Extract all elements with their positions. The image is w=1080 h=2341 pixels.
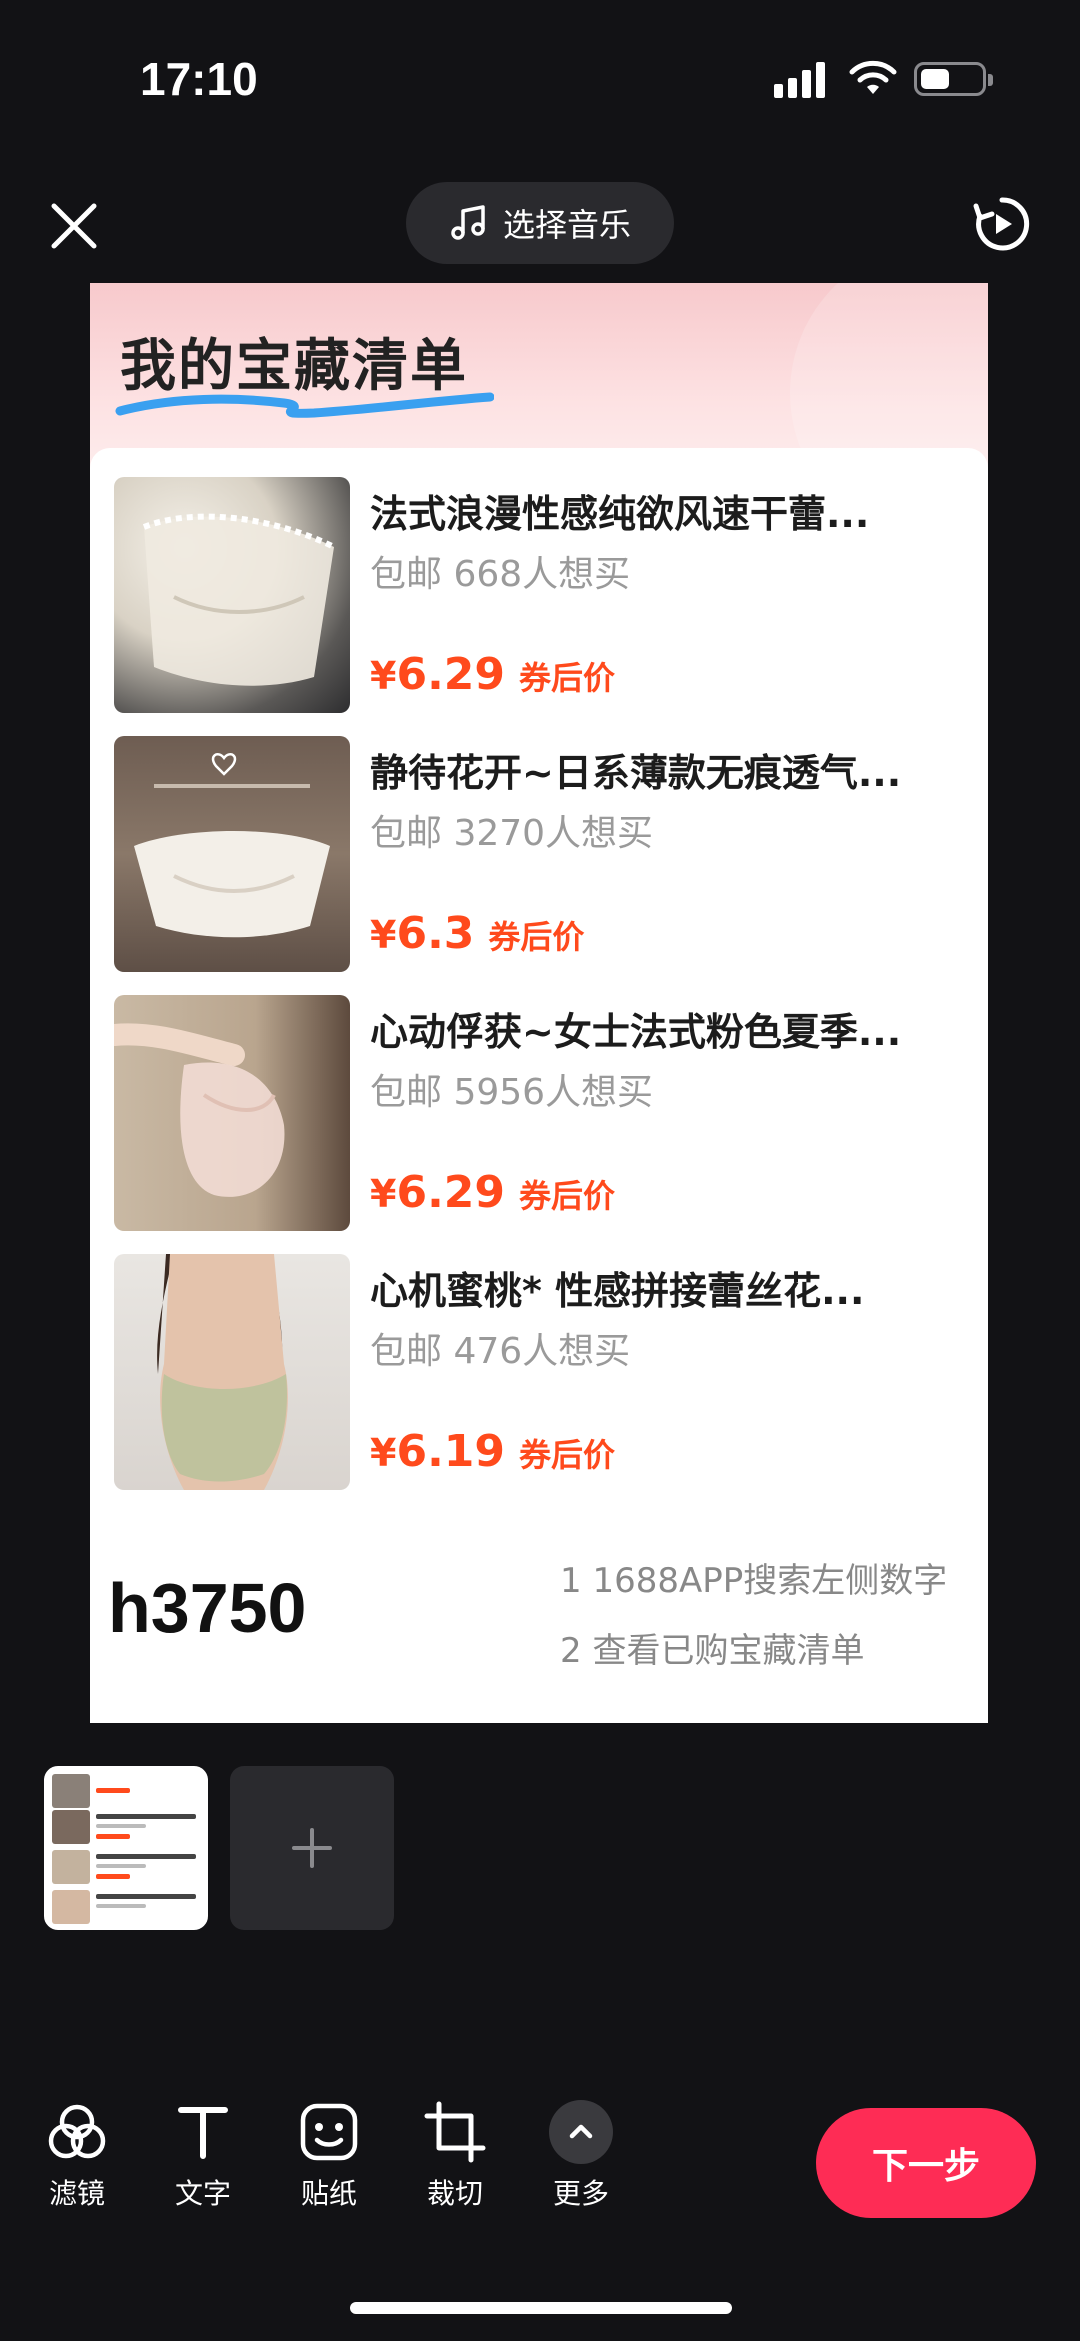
list-item[interactable]: 静待花开~日系薄款无痕透气... 包邮 3270人想买 ¥ 6.3 券后价 (114, 736, 964, 972)
product-image (114, 995, 350, 1231)
product-price: ¥ 6.29 券后价 (370, 649, 616, 700)
crop-button[interactable]: 裁切 (410, 2100, 500, 2220)
product-price: ¥ 6.29 券后价 (370, 1167, 616, 1218)
product-image (114, 1254, 350, 1490)
home-indicator[interactable] (350, 2302, 732, 2314)
wifi-icon (849, 60, 897, 94)
product-price: ¥ 6.19 券后价 (370, 1426, 616, 1477)
text-button[interactable]: 文字 (158, 2100, 248, 2220)
instruction-step-2: 2 查看已购宝藏清单 (560, 1631, 865, 1671)
product-subtitle: 包邮 5956人想买 (370, 1072, 654, 1113)
filter-button[interactable]: 滤镜 (32, 2100, 122, 2220)
music-note-icon (451, 205, 485, 240)
product-subtitle: 包邮 476人想买 (370, 1331, 631, 1372)
product-title: 心动俘获~女士法式粉色夏季... (370, 1010, 902, 1054)
list-item[interactable]: 心动俘获~女士法式粉色夏季... 包邮 5956人想买 ¥ 6.29 券后价 (114, 995, 964, 1231)
add-page-button[interactable] (230, 1766, 394, 1930)
filter-icon (48, 2104, 106, 2159)
status-time: 17:10 (140, 53, 258, 105)
product-list: 法式浪漫性感纯欲风速干蕾... 包邮 668人想买 ¥ 6.29 券后价 静待花… (90, 448, 988, 1723)
close-icon[interactable] (44, 196, 104, 256)
status-icons (774, 58, 994, 102)
text-icon (178, 2107, 228, 2159)
product-image (114, 477, 350, 713)
title-underline-decoration (115, 392, 494, 418)
list-item[interactable]: 心机蜜桃* 性感拼接蕾丝花... 包邮 476人想买 ¥ 6.19 券后价 (114, 1254, 964, 1490)
preview-canvas[interactable]: 我的宝藏清单 法式浪漫性感纯欲风速干蕾... 包邮 668人想买 ¥ 6.29 … (90, 283, 988, 1723)
product-image (114, 736, 350, 972)
sticker-button[interactable]: 贴纸 (284, 2100, 374, 2220)
product-subtitle: 包邮 3270人想买 (370, 813, 654, 854)
chevron-up-icon (569, 2124, 593, 2139)
select-music-label: 选择音乐 (502, 206, 631, 244)
replay-icon[interactable] (972, 194, 1032, 254)
signal-icon (774, 62, 830, 98)
product-subtitle: 包邮 668人想买 (370, 554, 631, 595)
battery-icon (914, 62, 993, 96)
crop-icon (424, 2101, 486, 2163)
list-item[interactable]: 法式浪漫性感纯欲风速干蕾... 包邮 668人想买 ¥ 6.29 券后价 (114, 477, 964, 713)
product-title: 静待花开~日系薄款无痕透气... (370, 751, 902, 795)
more-toggle (549, 2100, 613, 2164)
product-title: 心机蜜桃* 性感拼接蕾丝花... (370, 1269, 865, 1313)
instruction-step-1: 1 1688APP搜索左侧数字 (560, 1561, 948, 1601)
product-title: 法式浪漫性感纯欲风速干蕾... (370, 492, 870, 536)
plus-icon (292, 1828, 332, 1868)
search-code: h3750 (108, 1569, 307, 1647)
product-price: ¥ 6.3 券后价 (370, 908, 585, 959)
next-step-button[interactable]: 下一步 (816, 2108, 1036, 2218)
sticker-icon (300, 2103, 358, 2161)
select-music-button[interactable]: 选择音乐 (406, 182, 674, 264)
page-thumbnail[interactable] (44, 1766, 208, 1930)
more-button[interactable]: 更多 (536, 2100, 626, 2220)
